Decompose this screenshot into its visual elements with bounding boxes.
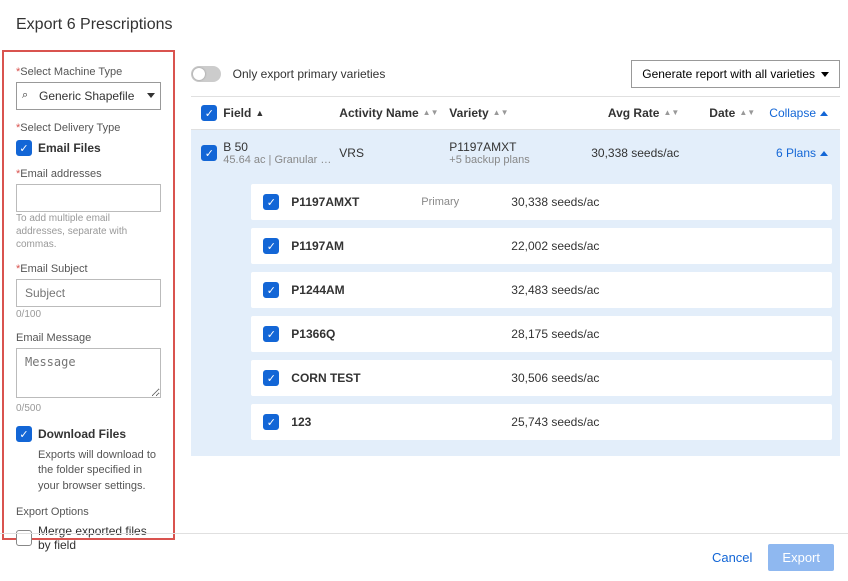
field-subtitle: 45.64 ac | Granular … — [223, 154, 333, 166]
plan-rate: 25,743 seeds/ac — [511, 415, 820, 429]
plan-checkbox[interactable]: ✓ — [263, 326, 279, 342]
generate-report-button[interactable]: Generate report with all varieties — [631, 60, 840, 88]
plan-name: P1197AMXT — [291, 195, 421, 209]
header-rate[interactable]: Avg Rate▲▼ — [589, 106, 709, 120]
header-field[interactable]: Field▲ — [223, 106, 339, 120]
select-all-checkbox[interactable]: ✓ — [201, 105, 217, 121]
email-helper-text: To add multiple email addresses, separat… — [16, 212, 161, 251]
search-icon: ⌕ — [22, 89, 28, 102]
row-checkbox[interactable]: ✓ — [201, 145, 217, 161]
email-addresses-label: *Email addresses — [16, 168, 161, 180]
plan-tag: Primary — [421, 196, 511, 208]
export-button[interactable]: Export — [768, 544, 834, 571]
sort-icon: ▲▼ — [493, 110, 509, 116]
sort-icon: ▲▼ — [423, 110, 439, 116]
plan-row: ✓ P1197AMXTPrimary30,338 seeds/ac — [251, 184, 832, 220]
plans-list: ✓ P1197AMXTPrimary30,338 seeds/ac ✓ P1197AM… — [191, 176, 840, 456]
avg-rate: 30,338 seeds/ac — [589, 146, 709, 160]
plan-row: ✓ P1366Q 28,175 seeds/ac — [251, 316, 832, 352]
sort-icon: ▲▼ — [663, 110, 679, 116]
machine-type-select[interactable]: Generic Shapefile — [16, 82, 161, 110]
export-options-label: Export Options — [16, 506, 161, 518]
primary-varieties-label: Only export primary varieties — [233, 67, 386, 81]
plan-rate: 30,338 seeds/ac — [511, 195, 820, 209]
plan-rate: 22,002 seeds/ac — [511, 239, 820, 253]
cancel-button[interactable]: Cancel — [712, 550, 752, 565]
plan-checkbox[interactable]: ✓ — [263, 194, 279, 210]
plan-name: CORN TEST — [291, 371, 421, 385]
plan-rate: 30,506 seeds/ac — [511, 371, 820, 385]
header-activity[interactable]: Activity Name▲▼ — [339, 106, 449, 120]
sort-up-icon: ▲ — [255, 108, 264, 118]
plan-checkbox[interactable]: ✓ — [263, 238, 279, 254]
email-addresses-input[interactable] — [16, 184, 161, 212]
download-files-checkbox[interactable]: ✓ — [16, 426, 32, 442]
primary-varieties-toggle[interactable] — [191, 66, 221, 82]
download-files-label: Download Files — [38, 427, 126, 441]
email-message-counter: 0/500 — [16, 403, 161, 414]
plan-row: ✓ P1197AM 22,002 seeds/ac — [251, 228, 832, 264]
plan-rate: 32,483 seeds/ac — [511, 283, 820, 297]
variety-name: P1197AMXT — [449, 140, 589, 154]
chevron-up-icon — [820, 111, 828, 116]
chevron-up-icon — [820, 151, 828, 156]
email-files-checkbox[interactable]: ✓ — [16, 140, 32, 156]
email-message-label: Email Message — [16, 332, 161, 344]
plans-expand-link[interactable]: 6 Plans — [776, 146, 828, 160]
email-subject-label: *Email Subject — [16, 263, 161, 275]
email-subject-input[interactable] — [16, 279, 161, 307]
collapse-all-link[interactable]: Collapse — [769, 106, 828, 120]
email-message-textarea[interactable] — [16, 348, 161, 398]
plan-row: ✓ 123 25,743 seeds/ac — [251, 404, 832, 440]
table-header: ✓ Field▲ Activity Name▲▼ Variety▲▼ Avg R… — [191, 96, 840, 130]
plan-checkbox[interactable]: ✓ — [263, 282, 279, 298]
download-help-text: Exports will download to the folder spec… — [38, 448, 161, 494]
header-variety[interactable]: Variety▲▼ — [449, 106, 589, 120]
plan-name: 123 — [291, 415, 421, 429]
chevron-down-icon — [821, 72, 829, 77]
field-name: B 50 — [223, 140, 339, 154]
plan-row: ✓ CORN TEST 30,506 seeds/ac — [251, 360, 832, 396]
email-files-label: Email Files — [38, 141, 101, 155]
delivery-type-label: *Select Delivery Type — [16, 122, 161, 134]
plan-row: ✓ P1244AM 32,483 seeds/ac — [251, 272, 832, 308]
sort-icon: ▲▼ — [739, 110, 755, 116]
dialog-footer: Cancel Export — [0, 533, 848, 581]
header-date[interactable]: Date▲▼ — [709, 106, 769, 120]
activity-name: VRS — [339, 146, 449, 160]
dialog-title: Export 6 Prescriptions — [0, 0, 848, 50]
main-panel: Only export primary varieties Generate r… — [175, 50, 848, 540]
export-form-panel: *Select Machine Type ⌕ Generic Shapefile… — [2, 50, 175, 540]
plan-checkbox[interactable]: ✓ — [263, 370, 279, 386]
plan-name: P1197AM — [291, 239, 421, 253]
email-subject-counter: 0/100 — [16, 309, 161, 320]
plan-rate: 28,175 seeds/ac — [511, 327, 820, 341]
variety-subtitle: +5 backup plans — [449, 154, 589, 166]
machine-type-label: *Select Machine Type — [16, 66, 161, 78]
plan-name: P1366Q — [291, 327, 421, 341]
plan-name: P1244AM — [291, 283, 421, 297]
table-row: ✓ B 50 45.64 ac | Granular … VRS P1197AM… — [191, 130, 840, 176]
plan-checkbox[interactable]: ✓ — [263, 414, 279, 430]
